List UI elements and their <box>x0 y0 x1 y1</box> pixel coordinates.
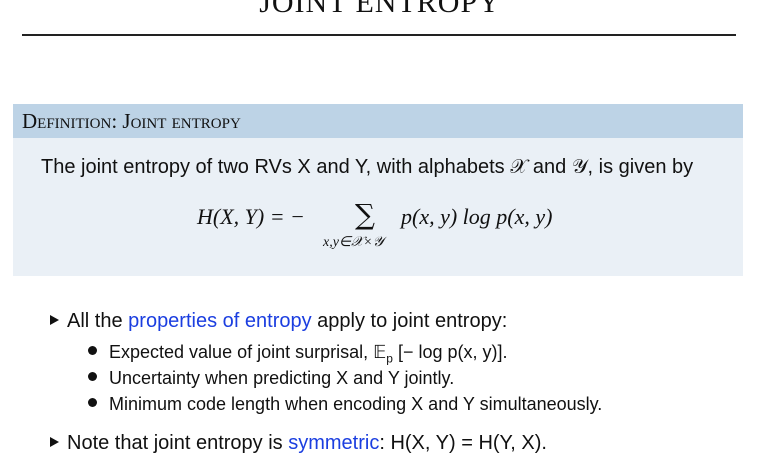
dot-bullet-icon <box>88 372 97 381</box>
subitem-subscript: p <box>386 351 393 366</box>
subitem-text: Uncertainty when predicting X and Y join… <box>109 368 455 388</box>
subitem-text: Minimum code length when encoding X and … <box>109 394 603 414</box>
subitem-min-code-length: Minimum code length when encoding X and … <box>88 394 602 415</box>
formula-lhs: H(X, Y) = − <box>197 204 305 229</box>
dot-bullet-icon <box>88 398 97 407</box>
joint-entropy-formula: H(X, Y) = − ∑ x,y∈𝒳×𝒴 p(x, y) log p(x, y… <box>197 198 617 254</box>
bullet-prefix: Note that joint entropy is <box>67 432 289 454</box>
dot-bullet-icon <box>88 346 97 355</box>
summation-symbol: ∑ <box>355 198 375 231</box>
bullet-suffix: : H(X, Y) = H(Y, X). <box>379 432 547 454</box>
slide-title: JOINT ENTROPY <box>259 0 501 19</box>
subitem-expected-value: Expected value of joint surprisal, 𝔼p [−… <box>88 342 508 366</box>
bullet-symmetric: Note that joint entropy is symmetric: H(… <box>50 432 547 455</box>
formula-rhs: p(x, y) log p(x, y) <box>401 204 553 229</box>
subitem-text: Expected value of joint surprisal, 𝔼 <box>109 342 387 362</box>
triangle-bullet-icon <box>50 437 59 447</box>
bullet-suffix: apply to joint entropy: <box>311 310 508 332</box>
bullet-prefix: All the <box>67 310 129 332</box>
symmetric-link[interactable]: symmetric <box>288 432 379 454</box>
definition-header-text: Definition: Joint entropy <box>22 109 241 133</box>
subitem-uncertainty: Uncertainty when predicting X and Y join… <box>88 368 454 389</box>
definition-header: Definition: Joint entropy <box>13 104 743 138</box>
summation-subscript: x,y∈𝒳×𝒴 <box>323 235 384 250</box>
title-divider <box>22 34 736 36</box>
definition-text: The joint entropy of two RVs X and Y, wi… <box>41 156 694 178</box>
subitem-after: [− log p(x, y)]. <box>392 342 508 362</box>
definition-body: The joint entropy of two RVs X and Y, wi… <box>13 138 743 276</box>
bullet-properties: All the properties of entropy apply to j… <box>50 310 507 333</box>
properties-of-entropy-link[interactable]: properties of entropy <box>128 310 311 332</box>
triangle-bullet-icon <box>50 315 59 325</box>
